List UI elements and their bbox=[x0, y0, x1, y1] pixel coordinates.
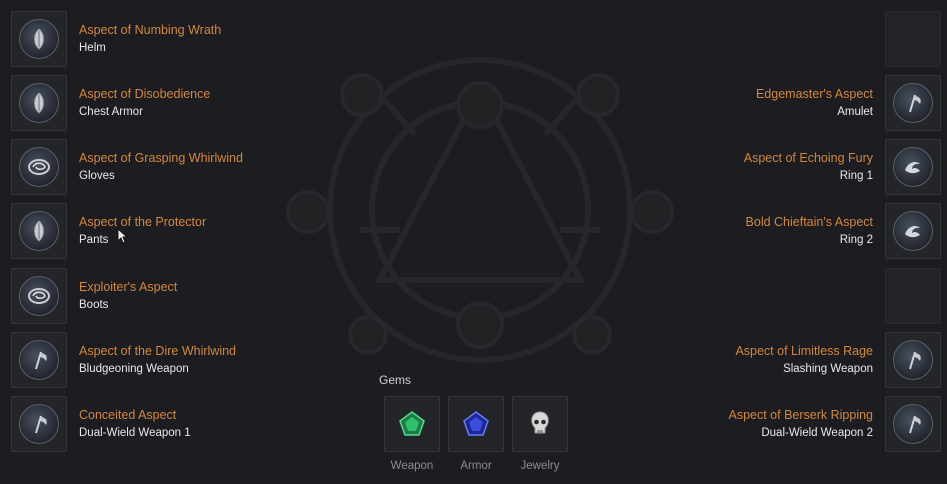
slashing-aspect-icon-frame[interactable] bbox=[885, 332, 941, 388]
aspect-name: Aspect of Disobedience bbox=[79, 87, 211, 101]
ring-1-aspect-icon-frame[interactable] bbox=[885, 139, 941, 195]
empty-slot-frame[interactable] bbox=[885, 268, 941, 324]
gem-label: Weapon bbox=[390, 460, 434, 472]
gear-slot-dual-wield-weapon-1[interactable]: Conceited Aspect Dual-Wield Weapon 1 bbox=[11, 396, 191, 452]
aspect-name: Aspect of Echoing Fury bbox=[743, 151, 873, 165]
slot-type: Dual-Wield Weapon 1 bbox=[79, 427, 191, 439]
empty-slot-frame[interactable] bbox=[885, 11, 941, 67]
gem-frame[interactable] bbox=[512, 396, 568, 452]
gloves-aspect-icon-frame[interactable] bbox=[11, 139, 67, 195]
gem-label: Jewelry bbox=[520, 460, 560, 472]
armor-feather-icon bbox=[34, 220, 44, 242]
axe-icon bbox=[909, 94, 921, 113]
helm-aspect-icon-frame[interactable] bbox=[11, 11, 67, 67]
slot-type: Dual-Wield Weapon 2 bbox=[761, 427, 873, 439]
slot-type: Chest Armor bbox=[79, 106, 143, 118]
gem-frame[interactable] bbox=[384, 396, 440, 452]
axe-icon bbox=[909, 415, 921, 434]
gem-slot-weapon[interactable]: Weapon bbox=[384, 396, 440, 472]
armor-feather-icon bbox=[34, 28, 44, 50]
swirl-icon bbox=[28, 159, 50, 175]
ring-2-aspect-icon-frame[interactable] bbox=[885, 203, 941, 259]
slot-type: Gloves bbox=[79, 170, 115, 182]
slot-type: Ring 2 bbox=[839, 234, 873, 246]
gear-slot-chest-armor[interactable]: Aspect of Disobedience Chest Armor bbox=[11, 75, 210, 131]
sapphire-gem-icon bbox=[463, 411, 489, 436]
gear-slot-empty-top[interactable] bbox=[873, 11, 941, 67]
gem-frame[interactable] bbox=[448, 396, 504, 452]
dual-wield-1-aspect-icon-frame[interactable] bbox=[11, 396, 67, 452]
armor-feather-icon bbox=[34, 92, 44, 114]
swirl-icon bbox=[28, 288, 50, 304]
pants-aspect-icon-frame[interactable] bbox=[11, 203, 67, 259]
aspect-name: Conceited Aspect bbox=[79, 408, 177, 422]
gear-slot-gloves[interactable]: Aspect of Grasping Whirlwind Gloves bbox=[11, 139, 243, 195]
gear-slot-boots[interactable]: Exploiter's Aspect Boots bbox=[11, 268, 177, 324]
gear-slot-dual-wield-weapon-2[interactable]: Aspect of Berserk Ripping Dual-Wield Wea… bbox=[728, 396, 941, 452]
gem-slot-jewelry[interactable]: Jewelry bbox=[512, 396, 568, 472]
gear-slot-pants[interactable]: Aspect of the Protector Pants bbox=[11, 203, 206, 259]
aspect-name: Exploiter's Aspect bbox=[79, 280, 178, 294]
boots-aspect-icon-frame[interactable] bbox=[11, 268, 67, 324]
skull-gem-icon bbox=[531, 411, 549, 434]
aspect-name: Aspect of the Protector bbox=[79, 215, 207, 229]
gem-label: Armor bbox=[460, 460, 492, 472]
slot-type: Pants bbox=[79, 234, 109, 246]
slot-type: Boots bbox=[79, 299, 109, 311]
wave-icon bbox=[905, 162, 920, 174]
aspect-name: Aspect of Grasping Whirlwind bbox=[79, 151, 243, 165]
axe-icon bbox=[35, 415, 47, 434]
gem-slot-armor[interactable]: Armor bbox=[448, 396, 504, 472]
bludgeoning-aspect-icon-frame[interactable] bbox=[11, 332, 67, 388]
gear-slot-ring-1[interactable]: Aspect of Echoing Fury Ring 1 bbox=[744, 139, 941, 195]
aspect-name: Aspect of the Dire Whirlwind bbox=[79, 344, 237, 358]
axe-icon bbox=[909, 351, 921, 370]
gear-slot-bludgeoning-weapon[interactable]: Aspect of the Dire Whirlwind Bludgeoning… bbox=[11, 332, 236, 388]
slot-type: Ring 1 bbox=[839, 170, 873, 182]
aspect-name: Edgemaster's Aspect bbox=[755, 87, 873, 101]
dual-wield-2-aspect-icon-frame[interactable] bbox=[885, 396, 941, 452]
slot-type: Bludgeoning Weapon bbox=[79, 363, 189, 375]
slot-type: Amulet bbox=[837, 106, 873, 118]
aspect-name: Bold Chieftain's Aspect bbox=[745, 215, 873, 229]
axe-icon bbox=[35, 351, 47, 370]
aspect-name: Aspect of Numbing Wrath bbox=[79, 23, 222, 37]
aspect-name: Aspect of Limitless Rage bbox=[735, 344, 873, 358]
wave-icon bbox=[905, 226, 920, 238]
gear-slot-helm[interactable]: Aspect of Numbing Wrath Helm bbox=[11, 11, 221, 67]
slot-type: Helm bbox=[79, 42, 106, 54]
amulet-aspect-icon-frame[interactable] bbox=[885, 75, 941, 131]
slot-type: Slashing Weapon bbox=[783, 363, 873, 375]
chest-aspect-icon-frame[interactable] bbox=[11, 75, 67, 131]
mouse-cursor-icon bbox=[117, 228, 129, 244]
emerald-gem-icon bbox=[399, 411, 425, 436]
gear-slot-empty-middle[interactable] bbox=[873, 268, 941, 324]
gear-slot-ring-2[interactable]: Bold Chieftain's Aspect Ring 2 bbox=[746, 203, 941, 259]
gear-slot-amulet[interactable]: Edgemaster's Aspect Amulet bbox=[756, 75, 941, 131]
background-sigil-icon bbox=[286, 57, 674, 363]
gear-slot-slashing-weapon[interactable]: Aspect of Limitless Rage Slashing Weapon bbox=[735, 332, 941, 388]
aspect-name: Aspect of Berserk Ripping bbox=[728, 408, 873, 422]
gems-title: Gems bbox=[379, 373, 412, 387]
